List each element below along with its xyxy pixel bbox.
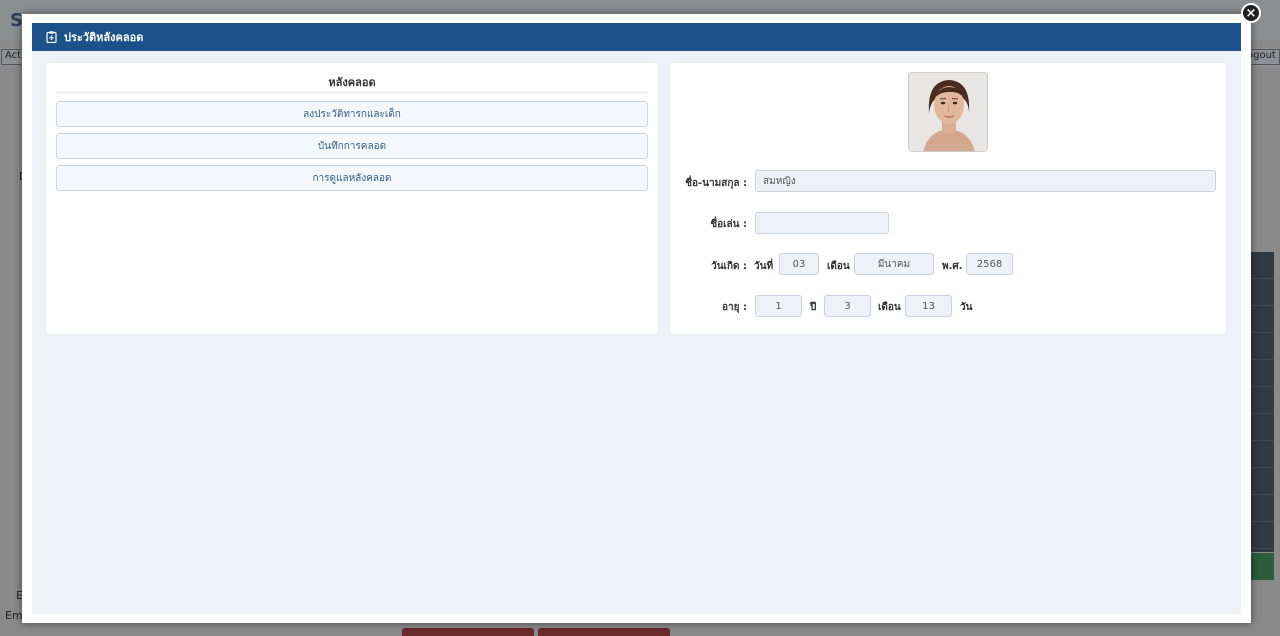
postpartum-menu-panel: หลังคลอด ลงประวัติทารกและเด็ก บันทึกการค… [46,63,658,334]
delivery-record-button[interactable]: บันทึกการคลอด [56,133,648,159]
year-label: พ.ศ. [942,261,963,272]
close-icon[interactable]: × [1241,3,1261,23]
panel-title: หลังคลอด [56,73,648,93]
age-months-field[interactable]: 3 [824,295,871,317]
age-days-field[interactable]: 13 [905,295,952,317]
age-years-field[interactable]: 1 [755,295,802,317]
patient-info-panel: ชื่อ-นามสกุล : สมหญิง ชื่อเล่น : วันเกิด… [670,63,1226,334]
modal-header: ประวัติหลังคลอด [32,23,1241,51]
days-unit-label: วัน [960,302,973,313]
background-label: Em [5,609,23,622]
postpartum-care-button[interactable]: การดูแลหลังคลอด [56,165,648,191]
birth-day-field[interactable]: 03 [779,253,819,275]
months-unit-label: เดือน [878,302,901,313]
child-history-button[interactable]: ลงประวัติทารกและเด็ก [56,101,648,127]
day-label: วันที่ [754,261,774,272]
modal-title: ประวัติหลังคลอด [64,31,144,44]
background-button [538,628,670,636]
birthdate-label: วันเกิด : [711,261,747,272]
nickname-field[interactable] [755,212,889,234]
patient-photo [908,72,988,152]
name-label: ชื่อ-นามสกุล : [685,178,747,189]
portrait-image [909,73,987,151]
birth-month-field[interactable]: มีนาคม [854,253,934,275]
years-unit-label: ปี [810,302,817,313]
age-label: อายุ : [722,302,747,313]
nickname-label: ชื่อเล่น : [710,219,747,230]
modal-body: ประวัติหลังคลอด หลังคลอด ลงประวัติทารกแล… [32,23,1241,614]
month-label: เดือน [827,261,850,272]
postpartum-history-modal: ประวัติหลังคลอด หลังคลอด ลงประวัติทารกแล… [22,14,1251,623]
name-field[interactable]: สมหญิง [755,170,1216,192]
background-button [402,628,534,636]
clipboard-icon [46,31,57,43]
birth-year-field[interactable]: 2568 [966,253,1013,275]
